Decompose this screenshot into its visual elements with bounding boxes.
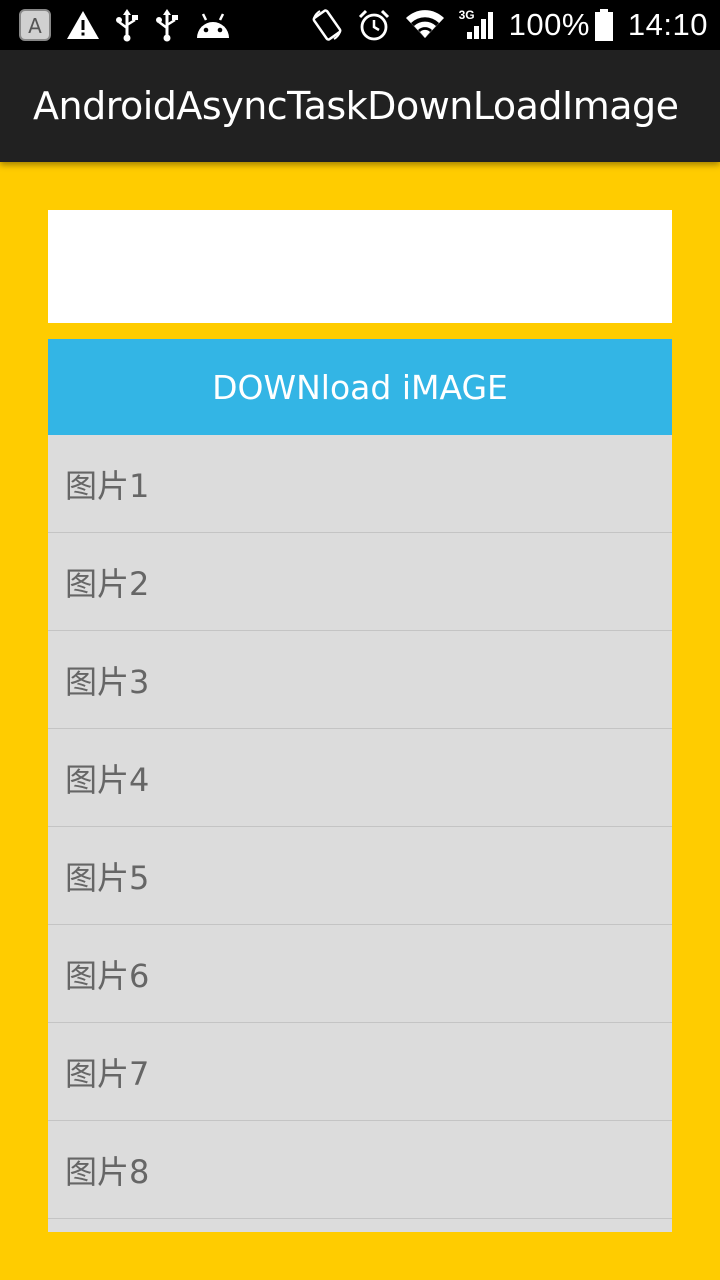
clock: 14:10 xyxy=(627,7,708,42)
list-item[interactable]: 图片8 xyxy=(48,1121,672,1219)
keyboard-a-icon: A xyxy=(18,8,52,42)
list-item[interactable]: 图片2 xyxy=(48,533,672,631)
battery-icon xyxy=(594,8,614,42)
battery-percent: 100% xyxy=(508,7,590,42)
list-item[interactable]: 图片3 xyxy=(48,631,672,729)
action-bar: AndroidAsyncTaskDownLoadImage xyxy=(0,50,720,162)
network-type-label: 3G xyxy=(458,8,475,22)
usb-icon xyxy=(154,8,180,42)
image-view xyxy=(48,210,672,323)
cell-signal-icon: 3G xyxy=(459,8,495,42)
list-item[interactable]: 图片4 xyxy=(48,729,672,827)
list-item[interactable]: 图片1 xyxy=(48,435,672,533)
list-item[interactable]: 图片7 xyxy=(48,1023,672,1121)
status-bar: A 3G 100% 14:10 xyxy=(0,0,720,50)
list-item[interactable]: 图片6 xyxy=(48,925,672,1023)
warning-icon xyxy=(66,8,100,42)
android-icon xyxy=(194,8,232,42)
system-status: 3G 100% 14:10 xyxy=(311,7,720,43)
usb-icon xyxy=(114,8,140,42)
notification-icons: A xyxy=(0,8,311,42)
image-list[interactable]: 图片1 图片2 图片3 图片4 图片5 图片6 图片7 图片8 xyxy=(48,435,672,1232)
wifi-icon xyxy=(405,8,445,42)
screen-rotation-icon xyxy=(311,8,343,42)
list-item[interactable]: 图片5 xyxy=(48,827,672,925)
download-image-button[interactable]: DOWNload iMAGE xyxy=(48,339,672,435)
app-title: AndroidAsyncTaskDownLoadImage xyxy=(33,84,679,128)
svg-text:A: A xyxy=(28,14,42,38)
alarm-icon xyxy=(357,8,391,42)
